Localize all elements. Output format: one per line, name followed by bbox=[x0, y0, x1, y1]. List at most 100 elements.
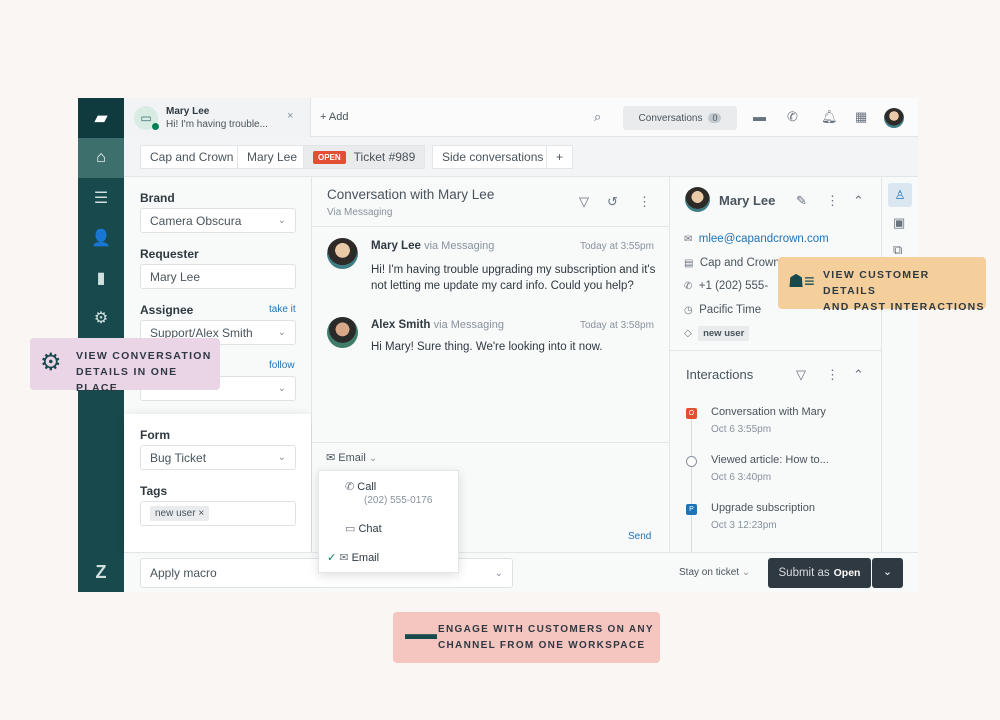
customer-context-icon[interactable]: ♙ bbox=[888, 183, 912, 207]
side-conversation-icon[interactable]: ⧉ bbox=[893, 242, 902, 258]
close-tab-icon[interactable]: × bbox=[287, 110, 293, 122]
side-conversations-tab[interactable]: Side conversations bbox=[432, 145, 554, 169]
breadcrumb-ticket[interactable]: OPEN Ticket #989 bbox=[303, 145, 426, 169]
menu-item-call[interactable]: ✆ Call bbox=[345, 480, 376, 493]
clock-icon: ◷ bbox=[684, 304, 693, 316]
follow-link[interactable]: follow bbox=[269, 360, 295, 371]
history-icon[interactable]: ↺ bbox=[607, 194, 618, 210]
callout-omnichannel: ▬▬ ENGAGE WITH CUSTOMERS ON ANY CHANNEL F… bbox=[393, 612, 660, 663]
message-author: Alex Smith via Messaging bbox=[371, 319, 504, 331]
more-icon[interactable]: ⋮ bbox=[826, 193, 839, 209]
customer-name: Mary Lee bbox=[719, 193, 776, 208]
apps-grid-icon[interactable]: ▦ bbox=[855, 109, 867, 125]
phone-icon: ✆ bbox=[684, 281, 693, 292]
filter-icon[interactable]: ▽ bbox=[579, 194, 589, 210]
filter-icon[interactable]: ▽ bbox=[796, 367, 806, 383]
message-time: Today at 3:58pm bbox=[580, 320, 654, 331]
mary-avatar bbox=[327, 238, 358, 269]
customer-phone: +1 (202) 555- bbox=[698, 280, 769, 292]
customer-avatar bbox=[685, 187, 710, 212]
interaction-title: Conversation with Mary bbox=[711, 406, 826, 418]
edit-icon[interactable]: ✎ bbox=[796, 193, 807, 209]
conversation-title: Conversation with Mary Lee bbox=[327, 187, 495, 202]
interaction-title: Upgrade subscription bbox=[711, 502, 815, 514]
status-badge: OPEN bbox=[313, 150, 346, 164]
interaction-title: Viewed article: How to... bbox=[711, 454, 829, 466]
form-select[interactable]: Bug Ticket ⌄ bbox=[140, 445, 296, 470]
messaging-icon[interactable]: ▬ bbox=[753, 109, 766, 124]
check-icon: ✓ bbox=[327, 552, 337, 564]
mail-icon: ✉ bbox=[326, 452, 336, 464]
bell-icon[interactable]: 🔔︎ bbox=[821, 109, 838, 125]
settings-icon[interactable]: ⚙ bbox=[78, 298, 124, 338]
interaction-marker-icon: O bbox=[686, 408, 697, 419]
customers-icon[interactable]: 👤 bbox=[78, 218, 124, 258]
alex-avatar bbox=[327, 317, 358, 348]
message-text: Hi! I'm having trouble upgrading my subs… bbox=[371, 264, 656, 292]
add-side-conversation-button[interactable]: + bbox=[546, 145, 574, 169]
chevron-down-icon: ⌄ bbox=[277, 215, 286, 226]
stay-on-ticket-select[interactable]: Stay on ticket ⌄ bbox=[679, 567, 750, 578]
requester-field[interactable]: Mary Lee bbox=[140, 264, 296, 289]
customer-list-icon: ☗≡ bbox=[788, 271, 815, 291]
mail-icon: ✉ bbox=[684, 234, 693, 245]
callout-text: ENGAGE WITH CUSTOMERS ON ANY CHANNEL FROM… bbox=[438, 624, 654, 651]
phone-icon[interactable]: ✆ bbox=[787, 109, 798, 125]
requester-label: Requester bbox=[140, 247, 199, 261]
customer-timezone: Pacific Time bbox=[699, 303, 762, 316]
breadcrumb-requester[interactable]: Mary Lee bbox=[237, 145, 308, 169]
submit-button[interactable]: Submit as Open bbox=[768, 558, 871, 588]
add-tab-button[interactable]: + Add bbox=[320, 111, 348, 123]
breadcrumb-organization[interactable]: Cap and Crown bbox=[140, 145, 244, 169]
callout-text: VIEW CUSTOMER DETAILS AND PAST INTERACTIO… bbox=[823, 269, 985, 313]
ticket-label: Ticket #989 bbox=[353, 150, 416, 164]
interaction-time: Oct 6 3:55pm bbox=[711, 424, 772, 435]
knowledge-icon[interactable]: ▣ bbox=[893, 215, 905, 231]
tags-input[interactable]: new user × bbox=[140, 501, 296, 526]
phone-icon: ✆ bbox=[345, 481, 355, 493]
channel-switcher[interactable]: ✉ Email ⌄ bbox=[326, 451, 377, 464]
interaction-time: Oct 3 12:23pm bbox=[711, 520, 777, 531]
search-icon[interactable]: ⌕ bbox=[594, 109, 601, 125]
brand-select[interactable]: Camera Obscura ⌄ bbox=[140, 208, 296, 233]
message-author: Mary Lee via Messaging bbox=[371, 240, 495, 252]
gear-icon: ⚙ bbox=[40, 349, 62, 376]
interaction-time: Oct 6 3:40pm bbox=[711, 472, 772, 483]
remove-tag-icon[interactable]: × bbox=[198, 508, 204, 519]
menu-item-email[interactable]: ✓ ✉ Email bbox=[327, 551, 379, 564]
interaction-marker-icon bbox=[686, 456, 697, 467]
chevron-up-icon[interactable]: ⌃ bbox=[853, 367, 864, 383]
chevron-up-icon[interactable]: ⌃ bbox=[853, 193, 864, 209]
mail-icon: ✉ bbox=[339, 552, 349, 564]
tab-title: Mary Lee bbox=[166, 106, 210, 117]
channel-menu: ✆ Call (202) 555-0176 ▭ Chat ✓ ✉ Email bbox=[318, 470, 459, 573]
customer-tag: new user bbox=[698, 326, 750, 341]
conversation-channel: Via Messaging bbox=[327, 207, 393, 218]
chat-icon: ▭ bbox=[345, 523, 356, 535]
home-icon[interactable]: ⌂ bbox=[78, 138, 124, 178]
more-icon[interactable]: ⋮ bbox=[638, 194, 651, 210]
reports-icon[interactable]: ▮ bbox=[78, 258, 124, 298]
conversations-button[interactable]: Conversations 0 bbox=[623, 106, 737, 130]
customer-org: Cap and Crown bbox=[699, 256, 780, 269]
tag-icon: ◇ bbox=[684, 328, 692, 339]
user-avatar[interactable] bbox=[884, 108, 904, 128]
organization-icon: ▤ bbox=[684, 257, 694, 269]
logo-icon: ▰ bbox=[78, 98, 124, 138]
ticket-tab[interactable]: ▭ Mary Lee Hi! I'm having trouble... × bbox=[124, 98, 311, 137]
more-icon[interactable]: ⋮ bbox=[826, 367, 839, 383]
submit-options-button[interactable]: ⌄ bbox=[872, 558, 903, 588]
inbox-icon[interactable]: ☰ bbox=[78, 178, 124, 218]
assignee-label: Assignee bbox=[140, 303, 194, 317]
context-rail bbox=[882, 177, 918, 552]
conversations-label: Conversations bbox=[638, 112, 703, 124]
tag-chip: new user × bbox=[150, 506, 210, 521]
send-button[interactable]: Send bbox=[628, 531, 651, 542]
interaction-marker-icon: P bbox=[686, 504, 697, 515]
tags-label: Tags bbox=[140, 484, 168, 498]
tab-preview: Hi! I'm having trouble... bbox=[166, 119, 268, 130]
take-it-link[interactable]: take it bbox=[269, 304, 296, 315]
customer-email[interactable]: mlee@capandcrown.com bbox=[699, 233, 829, 245]
call-number: (202) 555-0176 bbox=[364, 495, 433, 506]
menu-item-chat[interactable]: ▭ Chat bbox=[345, 522, 382, 535]
